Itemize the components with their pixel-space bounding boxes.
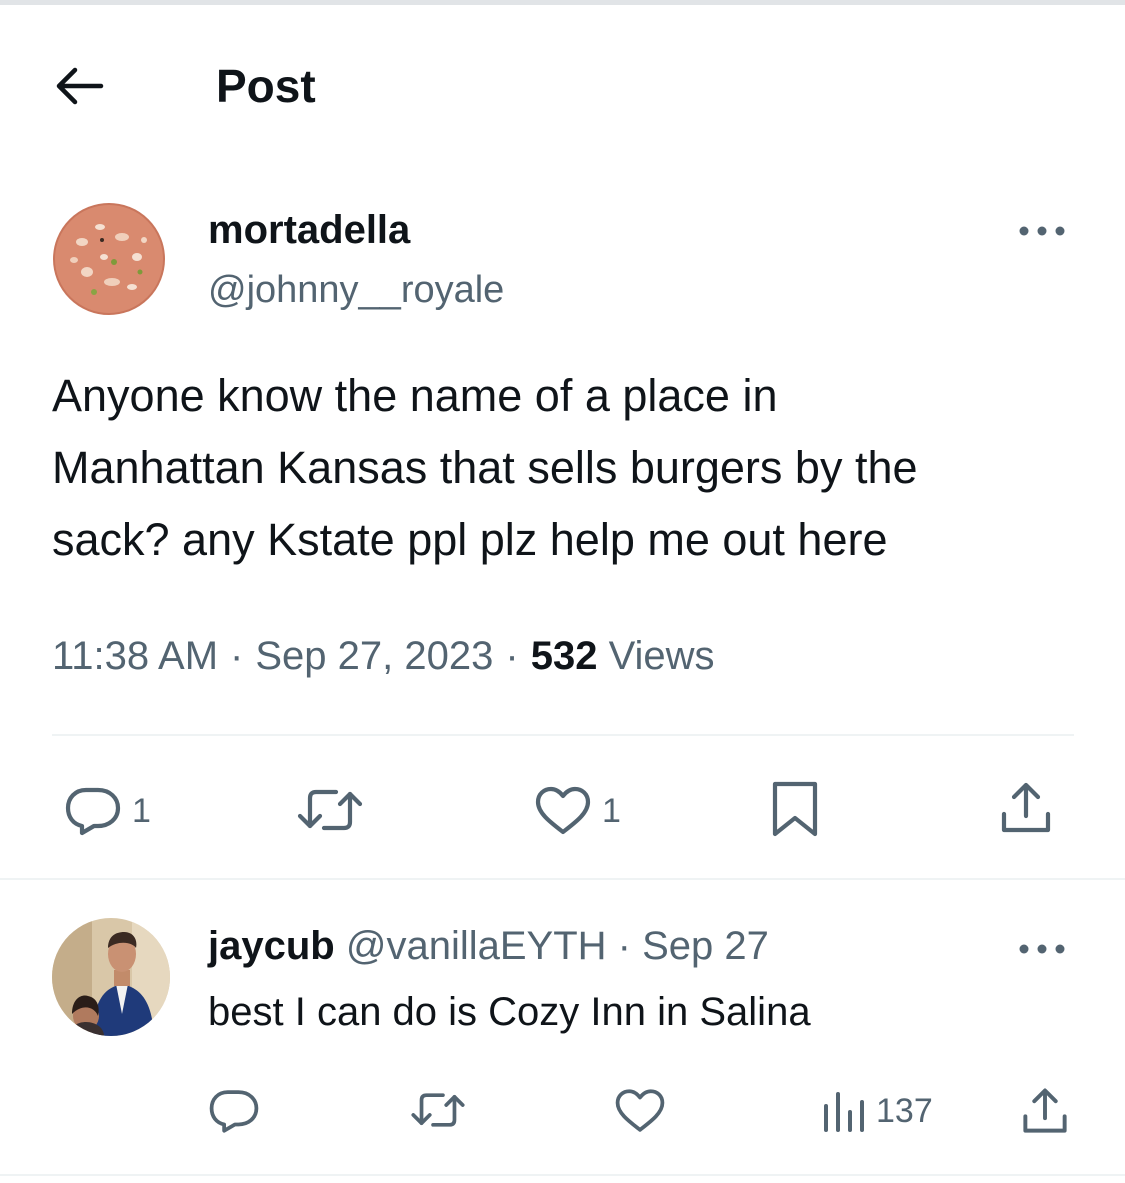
- reply-count: 1: [132, 792, 151, 830]
- more-icon: [1019, 944, 1065, 954]
- separator: ·: [617, 924, 631, 968]
- separator: ·: [230, 634, 244, 678]
- author-display-name[interactable]: mortadella: [208, 205, 410, 255]
- heart-icon: [535, 786, 591, 835]
- heart-icon: [615, 1089, 665, 1132]
- divider: [0, 878, 1125, 880]
- reply-author-name[interactable]: jaycub: [208, 924, 335, 968]
- back-button[interactable]: [48, 58, 110, 114]
- page-title: Post: [216, 60, 316, 112]
- avatar[interactable]: [52, 202, 166, 316]
- tweet-text: Anyone know the name of a place in Manha…: [52, 360, 1082, 576]
- reply-author-handle[interactable]: @vanillaEYTH: [346, 924, 607, 968]
- bookmark-button[interactable]: [770, 780, 820, 838]
- like-count: 1: [602, 792, 621, 830]
- arrow-left-icon: [56, 67, 104, 105]
- reply-more-options-button[interactable]: [1010, 928, 1074, 970]
- repost-icon: [411, 1093, 465, 1127]
- like-button[interactable]: 1: [534, 786, 621, 836]
- separator: ·: [505, 634, 519, 678]
- reply-date[interactable]: Sep 27: [642, 924, 769, 968]
- share-button[interactable]: [998, 780, 1054, 836]
- share-icon: [1001, 782, 1051, 833]
- reply-like-button[interactable]: [614, 1088, 666, 1134]
- reply-header: jaycub @vanillaEYTH · Sep 27: [208, 920, 769, 972]
- reply-views-count: 137: [876, 1092, 933, 1130]
- tweet-text-line: Anyone know the name of a place in: [52, 370, 778, 421]
- tweet-metadata: 11:38 AM · Sep 27, 2023 · 532 Views: [52, 628, 715, 684]
- divider: [0, 1174, 1125, 1176]
- more-icon: [1019, 226, 1065, 236]
- reply-icon: [65, 787, 121, 836]
- tweet-date[interactable]: Sep 27, 2023: [255, 634, 493, 678]
- reply-repost-button[interactable]: [410, 1090, 466, 1130]
- reply-share-button[interactable]: [1020, 1086, 1070, 1136]
- share-icon: [1023, 1088, 1067, 1133]
- views-label: Views: [608, 634, 715, 678]
- bookmark-icon: [772, 781, 818, 837]
- reply-views-button[interactable]: 137: [822, 1090, 933, 1132]
- reply-text: best I can do is Cozy Inn in Salina: [208, 990, 811, 1034]
- tweet-time[interactable]: 11:38 AM: [52, 634, 218, 678]
- reply-icon: [209, 1090, 259, 1133]
- repost-icon: [297, 789, 363, 831]
- repost-button[interactable]: [296, 786, 374, 834]
- mortadella-avatar-image: [52, 202, 166, 316]
- tweet-text-line: Manhattan Kansas that sells burgers by t…: [52, 442, 918, 493]
- analytics-icon: [824, 1092, 864, 1132]
- avatar[interactable]: [52, 918, 170, 1036]
- tweet-text-line: sack? any Kstate ppl plz help me out her…: [52, 514, 888, 565]
- top-border: [0, 0, 1125, 5]
- reply-reply-button[interactable]: [208, 1088, 260, 1134]
- divider: [52, 734, 1074, 736]
- reply-button[interactable]: 1: [64, 786, 151, 836]
- author-handle[interactable]: @johnny__royale: [208, 266, 504, 314]
- jaycub-avatar-image: [52, 918, 170, 1036]
- more-options-button[interactable]: [1010, 210, 1074, 252]
- views-count: 532: [530, 634, 598, 678]
